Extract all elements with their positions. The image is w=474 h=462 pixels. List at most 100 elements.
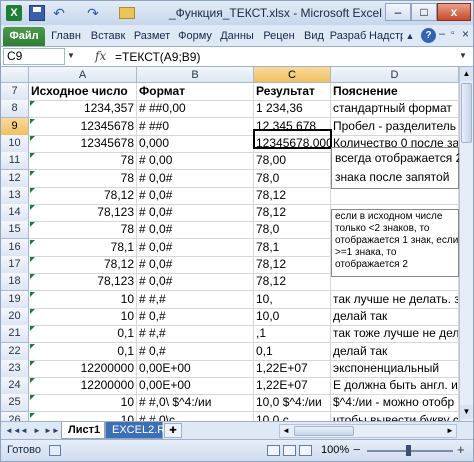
cell-d[interactable]: Пробел - разделитель г <box>331 118 459 136</box>
tab-insert[interactable]: Вставк <box>87 27 129 46</box>
zoom-level[interactable]: 100% <box>321 444 349 456</box>
cell-b[interactable]: # ##0,00 <box>137 100 254 118</box>
cell-a[interactable]: 10 <box>29 291 137 309</box>
tab-formulas[interactable]: Форму <box>175 27 215 46</box>
cell-b[interactable]: # #,# <box>137 325 254 343</box>
cell-a[interactable]: 78,12 <box>29 187 137 205</box>
cell-b[interactable]: # 0,0# <box>137 239 254 257</box>
close-button[interactable]: x <box>437 3 471 21</box>
scroll-up-icon[interactable]: ▲ <box>460 67 473 81</box>
row-header[interactable]: 16 <box>1 239 29 257</box>
tab-file[interactable]: Файл <box>3 27 45 46</box>
help-icon[interactable]: ? <box>421 28 436 43</box>
cell-a[interactable]: 0,1 <box>29 343 137 361</box>
expand-formula-bar-icon[interactable]: ▼ <box>459 51 467 60</box>
vertical-scroll-thumb[interactable] <box>461 83 472 143</box>
horizontal-scrollbar[interactable]: ◄ ► <box>279 424 457 438</box>
cell-a[interactable]: Исходное число <box>29 83 137 101</box>
cell-d[interactable]: Пояснение <box>331 83 459 101</box>
cell-d[interactable] <box>331 187 459 205</box>
cell-c[interactable]: 10, <box>254 291 331 309</box>
scroll-left-icon[interactable]: ◄ <box>280 425 292 437</box>
tab-view[interactable]: Вид <box>301 27 327 46</box>
cell-b[interactable]: # #,# <box>137 291 254 309</box>
cell-c[interactable]: 12 345 678 <box>254 118 331 136</box>
insert-function-icon[interactable]: fx <box>95 49 106 63</box>
tab-home[interactable]: Главн <box>47 27 85 46</box>
row-header[interactable]: 12 <box>1 170 29 188</box>
cell-c[interactable]: 10,0 $^4:/ии <box>254 394 331 412</box>
tab-developer[interactable]: Разраб <box>329 27 367 46</box>
row-header[interactable]: 22 <box>1 343 29 361</box>
zoom-out-icon[interactable]: − <box>353 442 361 457</box>
row-header[interactable]: 11 <box>1 152 29 170</box>
cell-d[interactable]: Е должна быть англ. и в <box>331 377 459 395</box>
cell-c[interactable]: 78,0 <box>254 221 331 239</box>
formula-input[interactable]: =ТЕКСТ(A9;B9) <box>115 49 455 65</box>
cell-c[interactable]: 78,12 <box>254 256 331 274</box>
tab-review[interactable]: Рецен <box>259 27 299 46</box>
row-header[interactable]: 7 <box>1 83 29 101</box>
cell-a[interactable]: 78 <box>29 152 137 170</box>
cell-a[interactable]: 10 <box>29 412 137 421</box>
cell-a[interactable]: 1234,357 <box>29 100 137 118</box>
cell-c[interactable]: 1,22E+07 <box>254 360 331 378</box>
cell-d[interactable]: стандартный формат <box>331 100 459 118</box>
row-header[interactable]: 21 <box>1 325 29 343</box>
last-sheet-icon[interactable]: ►► <box>44 424 60 437</box>
row-header[interactable]: 25 <box>1 394 29 412</box>
cell-c[interactable]: 10,0 <box>254 308 331 326</box>
document-close-icon[interactable]: × <box>462 27 469 41</box>
chevron-down-icon[interactable]: ▼ <box>67 51 75 60</box>
cell-b[interactable]: # 0,0# <box>137 187 254 205</box>
zoom-slider-thumb[interactable] <box>406 445 411 456</box>
cell-c[interactable]: 78,1 <box>254 239 331 257</box>
scroll-right-icon[interactable]: ► <box>444 425 456 437</box>
tab-data[interactable]: Данны <box>217 27 257 46</box>
page-break-view-icon[interactable] <box>299 445 312 456</box>
scroll-down-icon[interactable]: ▼ <box>460 405 473 419</box>
sheet-tab-list1[interactable]: Лист1 <box>61 422 105 439</box>
first-sheet-icon[interactable]: ◄◄ <box>5 424 21 437</box>
cell-c[interactable]: 78,12 <box>254 187 331 205</box>
cell-c[interactable]: 12345678,000 <box>254 135 331 153</box>
cell-b[interactable]: # 0,0# <box>137 170 254 188</box>
cell-c[interactable]: 0,1 <box>254 343 331 361</box>
cell-a[interactable]: 78,1 <box>29 239 137 257</box>
cell-a[interactable]: 12200000 <box>29 377 137 395</box>
select-all-corner[interactable] <box>1 67 29 83</box>
cell-a[interactable]: 12200000 <box>29 360 137 378</box>
cell-c[interactable]: ,1 <box>254 325 331 343</box>
cell-d[interactable]: так тоже лучше не дела <box>331 325 459 343</box>
save-icon[interactable] <box>29 5 45 21</box>
cell-c[interactable]: 78,12 <box>254 204 331 222</box>
column-header-d[interactable]: D <box>331 67 459 83</box>
cell-a[interactable]: 78,123 <box>29 204 137 222</box>
page-layout-view-icon[interactable] <box>283 445 296 456</box>
prev-sheet-icon[interactable]: ◄ <box>18 424 30 437</box>
cell-b[interactable]: # 0,# <box>137 308 254 326</box>
cell-b[interactable]: # 0,0# <box>137 256 254 274</box>
row-header[interactable]: 26 <box>1 412 29 421</box>
cell-a[interactable]: 78,123 <box>29 273 137 291</box>
row-header[interactable]: 14 <box>1 204 29 222</box>
sheet-tab-excel2ru[interactable]: EXCEL2.RU <box>105 422 173 439</box>
document-restore-icon[interactable]: ▫ <box>451 28 455 39</box>
row-header[interactable]: 8 <box>1 100 29 118</box>
cell-c[interactable]: 1 234,36 <box>254 100 331 118</box>
cell-b[interactable]: 0,00E+00 <box>137 360 254 378</box>
row-header[interactable]: 23 <box>1 360 29 378</box>
cell-d[interactable]: экспоненциальный <box>331 360 459 378</box>
minimize-button[interactable]: – <box>385 3 411 21</box>
cell-a[interactable]: 10 <box>29 394 137 412</box>
maximize-button[interactable]: □ <box>411 3 437 21</box>
row-header[interactable]: 24 <box>1 377 29 395</box>
cell-c[interactable]: Результат <box>254 83 331 101</box>
cell-d[interactable]: делай так <box>331 308 459 326</box>
cell-a[interactable]: 12345678 <box>29 118 137 136</box>
cell-c[interactable]: 1,22E+07 <box>254 377 331 395</box>
cell-b[interactable]: # 0,0# <box>137 221 254 239</box>
open-folder-icon[interactable] <box>119 7 135 19</box>
cell-b[interactable]: # #,0\ $^4:/ии <box>137 394 254 412</box>
normal-view-icon[interactable] <box>267 445 280 456</box>
